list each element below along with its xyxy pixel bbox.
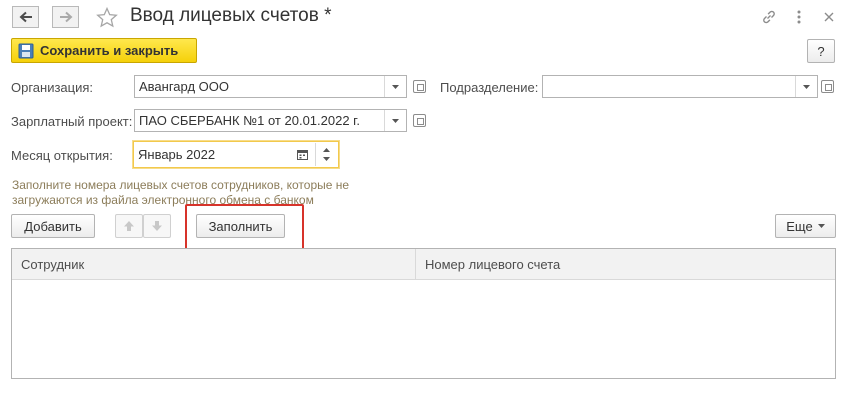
add-button[interactable]: Добавить <box>11 214 95 238</box>
save-and-close-button[interactable]: Сохранить и закрыть <box>11 38 197 63</box>
calendar-icon <box>296 149 308 160</box>
close-icon <box>824 12 834 22</box>
dropdown-arrow-icon <box>392 118 399 123</box>
spin-down-icon <box>323 157 330 161</box>
open-month-label: Месяц открытия: <box>11 148 113 163</box>
salary-project-dropdown-button[interactable] <box>384 110 406 131</box>
help-label: ? <box>817 43 825 59</box>
dropdown-arrow-icon <box>803 84 810 89</box>
open-form-icon <box>412 80 426 93</box>
organization-value: Авангард ООО <box>139 79 229 94</box>
link-button[interactable] <box>760 8 778 26</box>
arrow-left-icon <box>19 11 32 23</box>
calendar-button[interactable] <box>294 146 310 162</box>
forward-button[interactable] <box>52 6 79 28</box>
move-down-button[interactable] <box>143 214 171 238</box>
open-month-field[interactable]: Январь 2022 <box>133 141 339 168</box>
favorite-star-button[interactable] <box>95 6 119 28</box>
arrow-right-icon <box>59 11 72 23</box>
link-icon <box>763 10 775 24</box>
dropdown-arrow-icon <box>392 84 399 89</box>
chevron-down-icon <box>817 224 825 228</box>
open-form-icon <box>820 80 834 93</box>
move-up-button[interactable] <box>115 214 143 238</box>
salary-project-field[interactable]: ПАО СБЕРБАНК №1 от 20.01.2022 г. <box>134 109 407 132</box>
spin-up-icon <box>323 148 330 152</box>
subdivision-field[interactable] <box>542 75 818 98</box>
more-menu-button[interactable] <box>790 8 808 26</box>
open-form-icon <box>412 114 426 127</box>
save-and-close-label: Сохранить и закрыть <box>40 43 179 58</box>
back-button[interactable] <box>12 6 39 28</box>
arrow-down-icon <box>152 221 162 231</box>
column-header-employee[interactable]: Сотрудник <box>12 249 416 280</box>
add-label: Добавить <box>24 218 82 234</box>
window-title: Ввод лицевых счетов * <box>130 5 332 26</box>
subdivision-label: Подразделение: <box>440 80 539 95</box>
organization-field[interactable]: Авангард ООО <box>134 75 407 98</box>
arrow-up-icon <box>124 221 134 231</box>
salary-project-open-button[interactable] <box>410 109 428 132</box>
star-icon <box>96 6 118 27</box>
help-button[interactable]: ? <box>807 39 835 63</box>
table-header: Сотрудник Номер лицевого счета <box>12 249 835 280</box>
kebab-menu-icon <box>797 10 801 24</box>
more-label: Еще <box>786 218 813 234</box>
salary-project-label: Зарплатный проект: <box>11 114 133 129</box>
more-button[interactable]: Еще <box>775 214 836 238</box>
organization-dropdown-button[interactable] <box>384 76 406 97</box>
salary-project-value: ПАО СБЕРБАНК №1 от 20.01.2022 г. <box>139 113 360 128</box>
close-button[interactable] <box>820 8 838 26</box>
month-spinner[interactable] <box>315 143 337 166</box>
highlight-frame <box>185 204 304 252</box>
organization-open-button[interactable] <box>410 75 428 98</box>
save-disk-icon <box>18 43 34 58</box>
open-month-value: Январь 2022 <box>138 147 216 162</box>
subdivision-open-button[interactable] <box>818 75 836 98</box>
accounts-table[interactable]: Сотрудник Номер лицевого счета <box>11 248 836 379</box>
column-header-account-number[interactable]: Номер лицевого счета <box>416 249 836 280</box>
organization-label: Организация: <box>11 80 94 95</box>
subdivision-dropdown-button[interactable] <box>795 76 817 97</box>
